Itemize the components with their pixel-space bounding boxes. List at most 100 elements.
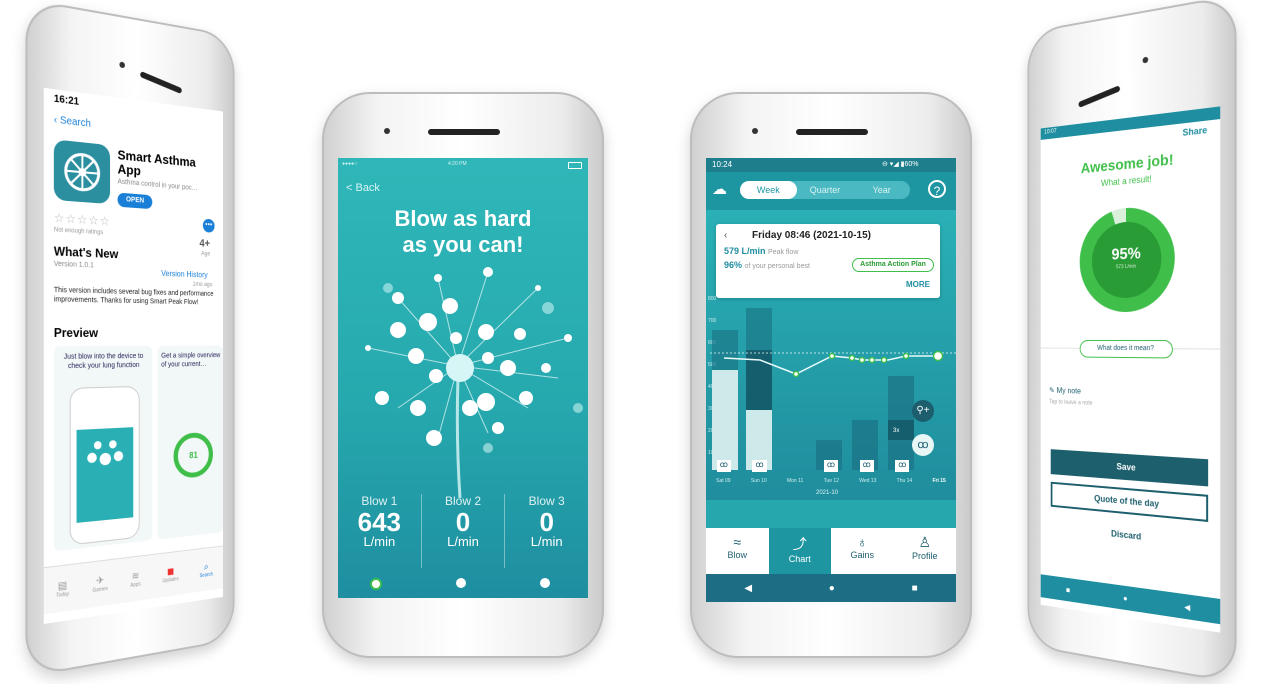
x-day-mon: Mon 11 (787, 478, 803, 484)
whats-new-heading: What's New (54, 244, 119, 261)
add-inhaler-icon[interactable]: ⚲+ (912, 400, 934, 422)
blow-3-status-dot (540, 578, 550, 588)
blow-1-value: 643 (338, 508, 421, 536)
preview-1-screen (77, 427, 134, 523)
preview-screenshot-1[interactable]: Just blow into the device to check your … (54, 346, 152, 551)
update-ago: 1mo ago (193, 282, 213, 288)
status-bar: 10:24 ⊖ ▾◢ ▮60% (706, 158, 956, 172)
back-label: Search (60, 115, 91, 130)
lungs-icon: ꝏ (752, 460, 766, 472)
blow-1-unit: L/min (338, 536, 421, 548)
measurement-detail-card[interactable]: ‹ Friday 08:46 (2021-10-15) 579 L/min Pe… (716, 224, 940, 298)
asthma-action-plan-button[interactable]: Asthma Action Plan (852, 258, 934, 272)
segment-quarter[interactable]: Quarter (797, 181, 854, 199)
back-triangle-icon[interactable]: ◀ (744, 583, 752, 594)
period-segmented-control: Week Quarter Year (740, 181, 910, 199)
tab-updates[interactable]: ◼ Updates (162, 565, 178, 584)
more-options-icon[interactable]: ••• (203, 219, 215, 233)
back-button[interactable]: < Back (346, 182, 380, 194)
screen-4: 10:07 Share Awesome job! What a result! … (1041, 106, 1221, 632)
card-flow-label: Peak flow (768, 249, 798, 256)
blow-1-label: Blow 1 (338, 494, 421, 508)
lungs-icon: ꝏ (824, 460, 838, 472)
discard-button[interactable]: Discard (1041, 521, 1221, 551)
blow-1-result: Blow 1 643 L/min (338, 494, 422, 568)
phone-4: 10:07 Share Awesome job! What a result! … (1028, 0, 1237, 684)
nav-gains-label: Gains (850, 550, 874, 560)
version-history-link[interactable]: Version History (161, 269, 208, 279)
chevron-left-icon[interactable]: ‹ (724, 230, 727, 241)
more-link[interactable]: MORE (906, 280, 930, 289)
speaker (1078, 85, 1121, 108)
front-camera (119, 61, 125, 68)
blow-2-unit: L/min (422, 536, 505, 548)
what-does-it-mean-button[interactable]: What does it mean? (1080, 340, 1173, 359)
tab-search[interactable]: ⌕ Search (200, 561, 213, 579)
speaker (796, 129, 868, 135)
lungs-icon[interactable]: ꝏ (912, 434, 934, 456)
bars (712, 308, 914, 470)
segment-week[interactable]: Week (740, 181, 797, 199)
day-lung-icons: ꝏ ꝏ ꝏ ꝏ ꝏ ꝏ ꝏ (706, 460, 956, 472)
release-notes: This version includes several bug fixes … (54, 286, 215, 308)
tab-apps[interactable]: ≋ Apps (130, 570, 140, 588)
pencil-icon: ✎ (1049, 386, 1055, 395)
lightbulb-icon: ♁ (831, 534, 894, 550)
chevron-left-icon: ‹ (54, 114, 57, 126)
segment-year[interactable]: Year (853, 181, 910, 199)
help-icon[interactable]: ? (928, 180, 946, 198)
front-camera (384, 128, 390, 134)
headline: Blow as hard as you can! (338, 206, 588, 258)
nav-chart[interactable]: ⤴ Chart (769, 528, 832, 574)
open-button[interactable]: OPEN (118, 193, 153, 210)
result-gauge: 95% 573 L/min (1080, 204, 1175, 312)
status-time: 10:07 (1044, 128, 1057, 135)
my-note-label: ✎ My note (1049, 386, 1081, 396)
card-date: Friday 08:46 (2021-10-15) (752, 230, 871, 241)
profile-icon: ♙ (894, 534, 957, 551)
nav-profile[interactable]: ♙ Profile (894, 528, 957, 574)
empty-slot: ꝏ (788, 460, 802, 472)
share-button[interactable]: Share (1183, 125, 1208, 138)
preview-2-caption: Get a simple overview of your current… (161, 351, 221, 369)
recents-square-icon[interactable]: ■ (1066, 585, 1070, 594)
nav-blow[interactable]: ≈ Blow (706, 528, 769, 574)
screen-3: 10:24 ⊖ ▾◢ ▮60% ☁ Week Quarter Year ? 80… (706, 158, 956, 602)
headline-line-2: as you can! (338, 232, 588, 258)
save-button[interactable]: Save (1051, 449, 1208, 486)
dandelion-illustration (338, 258, 588, 498)
wind-icon: ≈ (706, 534, 769, 550)
x-day-sat: Sat 09 (716, 478, 730, 484)
phone-2: ●●●●○ 4:20 PM < Back Blow as hard as you… (322, 92, 604, 658)
preview-screenshot-2[interactable]: Get a simple overview of your current… 8… (158, 346, 223, 540)
home-circle-icon[interactable]: ● (1123, 593, 1127, 603)
blow-results: Blow 1 643 L/min Blow 2 0 L/min Blow 3 0… (338, 494, 588, 568)
lungs-icon: ꝏ (895, 460, 909, 472)
quote-of-the-day-button[interactable]: Quote of the day (1051, 482, 1208, 522)
back-triangle-icon[interactable]: ◀ (1184, 602, 1190, 612)
battery-icon (568, 162, 582, 169)
screen-1: 16:21 ‹ Search Smart Asthma App Asthma c… (44, 88, 223, 624)
chart-area: 800 700 600 500 400 300 200 100 (706, 210, 956, 500)
speaker (140, 71, 183, 94)
blow-3-label: Blow 3 (505, 494, 588, 508)
tab-search-label: Search (200, 571, 213, 579)
note-input[interactable]: Tap to leave a note (1049, 399, 1093, 406)
empty-slot: ꝏ (931, 460, 945, 472)
status-time: 4:20 PM (448, 161, 467, 167)
x-day-fri: Fri 15 (932, 478, 945, 484)
nav-gains[interactable]: ♁ Gains (831, 528, 894, 574)
status-time: 16:21 (54, 93, 79, 108)
lungs-icon: ꝏ (717, 460, 731, 472)
recents-square-icon[interactable]: ■ (912, 583, 918, 594)
tab-games[interactable]: ✈ Games (93, 574, 108, 593)
app-icon (54, 139, 110, 204)
home-circle-icon[interactable]: ● (829, 583, 835, 594)
front-camera (752, 128, 758, 134)
back-search-link[interactable]: ‹ Search (54, 114, 91, 130)
status-time: 10:24 (712, 160, 732, 169)
cloud-download-icon[interactable]: ☁ (712, 182, 732, 198)
status-icons: ⊖ ▾◢ ▮60% (882, 160, 919, 168)
tab-today[interactable]: ▤ Today (56, 579, 69, 598)
front-camera (1143, 57, 1149, 64)
